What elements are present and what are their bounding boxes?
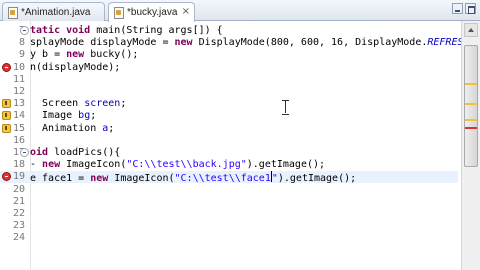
line-number: 20 xyxy=(12,183,25,195)
code-line[interactable]: 10 n(displayMode); xyxy=(0,62,458,74)
tab-label: *Animation.java xyxy=(21,6,91,18)
code-token: y b = xyxy=(30,49,67,61)
text-cursor-icon xyxy=(282,100,289,115)
overview-warning-marker[interactable] xyxy=(465,119,477,121)
code-token: n(displayMode); xyxy=(30,61,121,73)
line-number: 9 xyxy=(18,49,25,61)
warning-marker-icon[interactable] xyxy=(2,99,11,109)
code-token: Image xyxy=(30,110,79,122)
code-text: Image bg; xyxy=(30,110,96,122)
code-line[interactable]: 22 xyxy=(0,208,458,220)
line-number: 21 xyxy=(12,195,25,207)
code-line[interactable]: 21 xyxy=(0,196,458,208)
code-line[interactable]: 17 oid loadPics(){ xyxy=(0,147,458,159)
code-token: DisplayMode(800, 600, 16, DisplayMode. xyxy=(192,37,428,49)
java-file-icon xyxy=(113,7,124,19)
code-token: tatic xyxy=(30,25,67,36)
scrollbar-thumb[interactable] xyxy=(464,45,478,167)
code-text: y b = new bucky(); xyxy=(30,49,138,61)
line-number: 18 xyxy=(12,159,25,171)
line-number: 16 xyxy=(12,134,25,146)
vertical-scrollbar[interactable] xyxy=(461,21,480,270)
code-line[interactable]: 18- new ImageIcon("C:\\test\\back.jpg").… xyxy=(0,159,458,171)
scroll-up-icon[interactable] xyxy=(464,23,478,37)
line-number: 11 xyxy=(12,73,25,85)
java-file-icon xyxy=(7,6,18,19)
code-token: ; xyxy=(90,110,97,122)
code-text: Screen screen; xyxy=(30,98,126,110)
code-text: splayMode displayMode = new DisplayMode(… xyxy=(30,37,470,49)
code-token: splayMode displayMode = xyxy=(30,37,175,49)
maximize-icon[interactable] xyxy=(465,3,476,14)
code-token: new xyxy=(66,49,85,61)
line-number: 24 xyxy=(12,232,25,244)
warning-marker-icon[interactable] xyxy=(2,111,11,121)
line-number: 8 xyxy=(18,37,25,49)
code-line[interactable]: 19 e face1 = new ImageIcon("C:\\test\\fac… xyxy=(0,171,458,184)
code-token: "C:\\test\\back.jpg" xyxy=(126,159,247,171)
code-text: tatic void main(String args[]) { xyxy=(30,25,223,37)
code-text: oid loadPics(){ xyxy=(30,147,120,159)
code-line[interactable]: 20 xyxy=(0,184,458,196)
code-text: - new ImageIcon("C:\\test\\back.jpg").ge… xyxy=(30,159,325,171)
code-token: Screen xyxy=(30,98,85,110)
code-line[interactable]: 7tatic void main(String args[]) { xyxy=(0,25,458,37)
code-line[interactable]: 16 xyxy=(0,135,458,147)
editor-tab-bar: *Animation.java *bucky.java × xyxy=(0,0,480,22)
tab-label: *bucky.java xyxy=(127,7,178,18)
close-tab-icon[interactable]: × xyxy=(182,6,190,17)
code-line[interactable]: 14 Image bg; xyxy=(0,110,458,122)
tab-animation-java[interactable]: *Animation.java xyxy=(2,2,105,21)
code-line[interactable]: 9 y b = new bucky(); xyxy=(0,49,458,61)
code-token: bg xyxy=(78,110,91,122)
code-text: Animation a; xyxy=(30,123,114,135)
code-token: bucky(); xyxy=(84,49,139,61)
code-line[interactable]: 8 splayMode displayMode = new DisplayMode… xyxy=(0,37,470,49)
code-token: void xyxy=(66,25,91,36)
code-line[interactable]: 15 Animation a; xyxy=(0,123,458,135)
code-token: new xyxy=(42,159,61,171)
tab-bucky-java[interactable]: *bucky.java × xyxy=(108,2,195,22)
code-line[interactable]: 24 xyxy=(0,232,458,244)
line-number: 23 xyxy=(12,220,25,232)
code-token: oid xyxy=(30,147,49,158)
code-token: - xyxy=(30,159,43,171)
code-token: main(String args[]) { xyxy=(90,25,223,36)
editor-window-controls xyxy=(452,3,478,17)
line-number: 22 xyxy=(12,208,25,219)
code-line[interactable]: 11 xyxy=(0,74,458,86)
code-line[interactable]: 23 xyxy=(0,220,458,232)
code-token: ; xyxy=(120,98,127,110)
error-marker-icon[interactable] xyxy=(2,62,11,72)
line-number: 12 xyxy=(12,86,25,97)
fold-toggle-icon[interactable] xyxy=(20,26,29,35)
minimize-icon[interactable] xyxy=(452,3,463,14)
code-token: Animation xyxy=(30,122,103,134)
code-token: ; xyxy=(108,122,115,134)
code-token: ImageIcon( xyxy=(60,159,127,171)
code-line[interactable]: 13 Screen screen; xyxy=(0,98,458,110)
code-text: n(displayMode); xyxy=(30,62,120,74)
code-line[interactable]: 12 xyxy=(0,86,458,98)
code-token: ).getImage(); xyxy=(246,159,326,171)
overview-warning-marker[interactable] xyxy=(465,103,477,105)
code-token: screen xyxy=(84,98,121,110)
overview-error-marker[interactable] xyxy=(465,127,477,129)
fold-toggle-icon[interactable] xyxy=(20,148,29,157)
warning-marker-icon[interactable] xyxy=(2,123,11,133)
overview-warning-marker[interactable] xyxy=(465,83,477,85)
code-token: new xyxy=(174,37,193,49)
code-token: loadPics(){ xyxy=(48,147,121,158)
